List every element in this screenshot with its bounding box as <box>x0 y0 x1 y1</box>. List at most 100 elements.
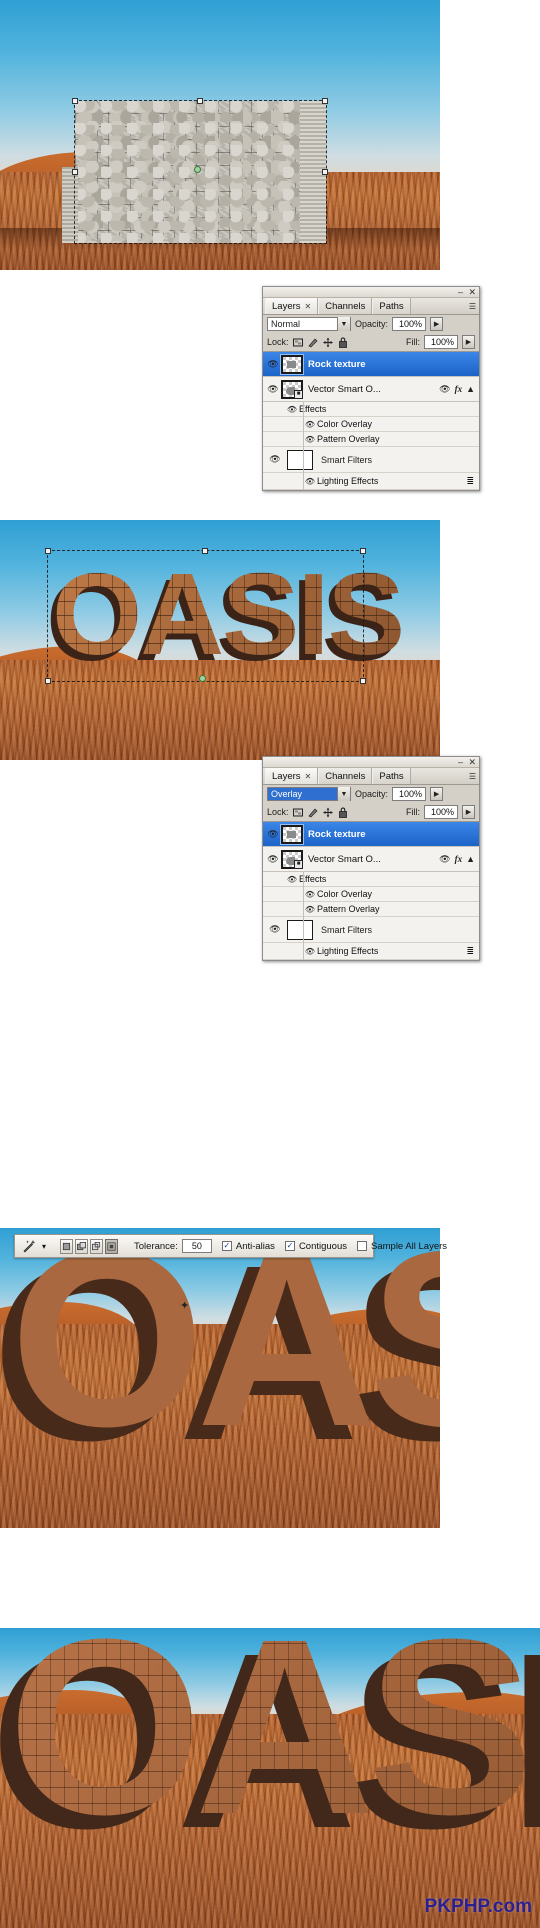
chevron-down-icon[interactable]: ▼ <box>337 787 350 801</box>
contiguous-option[interactable]: ✓ Contiguous <box>284 1241 347 1252</box>
layer-row-vector-smart-1[interactable]: 👁 ■ Vector Smart O... 👁 fx ▲ <box>263 377 479 402</box>
panel1-blend-row[interactable]: Normal ▼ Opacity: 100% ▶ <box>263 315 479 333</box>
transform-handle-mr[interactable] <box>322 169 328 175</box>
layer-row-rock-texture-1[interactable]: 👁 Rock texture <box>263 352 479 377</box>
eye-icon[interactable]: 👁 <box>285 875 299 884</box>
canvas-3[interactable]: OASIS OASIS ✦ <box>0 1228 440 1528</box>
smart-filter-row-lighting-1[interactable]: 👁 Lighting Effects ≣ <box>263 473 479 490</box>
layer-thumbnail[interactable]: ■ <box>281 379 303 399</box>
eye-icon[interactable]: 👁 <box>265 384 281 395</box>
eye-icon[interactable]: 👁 <box>303 477 317 486</box>
eye-icon[interactable]: 👁 <box>265 829 281 840</box>
layer-thumbnail[interactable]: ■ <box>281 849 303 869</box>
panel2-minimize-icon[interactable]: – <box>458 758 463 767</box>
opacity-field-1[interactable]: 100% <box>392 317 427 331</box>
lock-transparent-icon[interactable] <box>292 337 303 348</box>
opacity-stepper-1[interactable]: ▶ <box>430 317 444 331</box>
eye-icon[interactable]: 👁 <box>303 420 317 429</box>
effects-group-row-2[interactable]: 👁 Effects <box>263 872 479 887</box>
sample-all-layers-option[interactable]: Sample All Layers <box>357 1241 447 1252</box>
fill-field-1[interactable]: 100% <box>424 335 458 349</box>
smart-filter-row-lighting-2[interactable]: 👁 Lighting Effects ≣ <box>263 943 479 960</box>
panel1-minimize-icon[interactable]: – <box>458 288 463 297</box>
eye-icon[interactable]: 👁 <box>303 435 317 444</box>
panel2-layer-list[interactable]: 👁 Rock texture 👁 ■ Vector Smart O... 👁 f… <box>263 821 479 960</box>
transform-handle-tr[interactable] <box>322 98 328 104</box>
eye-icon[interactable]: 👁 <box>265 359 281 370</box>
selection-mode-subtract[interactable] <box>90 1238 104 1254</box>
filter-settings-icon[interactable]: ≣ <box>466 946 479 957</box>
fx-icon[interactable]: fx <box>455 384 463 394</box>
fill-stepper-1[interactable]: ▶ <box>462 335 475 349</box>
effect-row-pattern-overlay-2[interactable]: 👁 Pattern Overlay <box>263 902 479 917</box>
layer-row-vector-smart-2[interactable]: 👁 ■ Vector Smart O... 👁 fx ▲ <box>263 847 479 872</box>
magic-wand-icon[interactable] <box>21 1238 37 1254</box>
canvas-4[interactable]: OASIS OASIS PKPHP.com <box>0 1628 540 1928</box>
panel2-close-icon[interactable]: ✕ <box>468 758 476 767</box>
layers-panel-1[interactable]: – ✕ Layers ✕ Channels Paths ☰ Normal ▼ O… <box>262 286 480 491</box>
panel2-titlebar[interactable]: – ✕ <box>263 757 479 768</box>
transform-handle-tl[interactable] <box>45 548 51 554</box>
panel2-lock-row[interactable]: Lock: Fill: 100% ▶ <box>263 803 479 821</box>
transform-handle-tl[interactable] <box>72 98 78 104</box>
blend-mode-select-2[interactable]: Overlay ▼ <box>267 787 351 801</box>
effect-row-color-overlay-1[interactable]: 👁 Color Overlay <box>263 417 479 432</box>
canvas-1[interactable] <box>0 0 440 270</box>
tab-layers[interactable]: Layers ✕ <box>265 768 319 784</box>
lock-position-icon[interactable] <box>322 337 333 348</box>
collapse-arrow-icon[interactable]: ▲ <box>466 384 475 394</box>
layer-thumbnail[interactable] <box>280 353 304 375</box>
collapse-arrow-icon[interactable]: ▲ <box>466 854 475 864</box>
lock-all-icon[interactable] <box>338 337 348 348</box>
canvas-2[interactable]: OASIS OASIS <box>0 520 440 760</box>
tool-preset-chevron-icon[interactable]: ▾ <box>42 1242 46 1251</box>
fx-icon[interactable]: fx <box>455 854 463 864</box>
tab-channels[interactable]: Channels <box>318 768 373 784</box>
eye-icon[interactable]: 👁 <box>265 854 281 865</box>
effects-visibility-icon[interactable]: 👁 <box>439 854 450 865</box>
transform-center-point[interactable] <box>199 675 206 682</box>
eye-icon[interactable]: 👁 <box>267 454 283 465</box>
sample-all-layers-checkbox[interactable] <box>357 1241 367 1251</box>
magic-wand-options-bar[interactable]: ▾ Tolerance: 50 ✓ Anti-alias ✓ Contiguou… <box>14 1234 447 1258</box>
blend-mode-select-1[interactable]: Normal ▼ <box>267 317 351 331</box>
selection-mode-intersect[interactable] <box>105 1238 119 1254</box>
panel1-layer-list[interactable]: 👁 Rock texture 👁 ■ Vector Smart O... 👁 f… <box>263 351 479 490</box>
eye-icon[interactable]: 👁 <box>267 924 283 935</box>
smart-filters-row-2[interactable]: 👁 Smart Filters <box>263 917 479 943</box>
transform-handle-tc[interactable] <box>197 98 203 104</box>
tab-layers[interactable]: Layers ✕ <box>265 298 319 314</box>
panel1-close-icon[interactable]: ✕ <box>468 288 476 297</box>
lock-image-icon[interactable] <box>307 807 318 818</box>
selection-mode-add[interactable] <box>75 1238 89 1254</box>
panel1-tab-strip[interactable]: Layers ✕ Channels Paths ☰ <box>263 298 479 315</box>
chevron-down-icon[interactable]: ▼ <box>337 317 350 331</box>
fill-stepper-2[interactable]: ▶ <box>462 805 475 819</box>
layers-panel-2[interactable]: – ✕ Layers ✕ Channels Paths ☰ Overlay ▼ … <box>262 756 480 961</box>
lock-transparent-icon[interactable] <box>292 807 303 818</box>
eye-icon[interactable]: 👁 <box>303 890 317 899</box>
effect-row-pattern-overlay-1[interactable]: 👁 Pattern Overlay <box>263 432 479 447</box>
effect-row-color-overlay-2[interactable]: 👁 Color Overlay <box>263 887 479 902</box>
smart-filters-row-1[interactable]: 👁 Smart Filters <box>263 447 479 473</box>
panel1-titlebar[interactable]: – ✕ <box>263 287 479 298</box>
transform-handle-tr[interactable] <box>360 548 366 554</box>
fill-field-2[interactable]: 100% <box>424 805 458 819</box>
opacity-stepper-2[interactable]: ▶ <box>430 787 444 801</box>
lock-image-icon[interactable] <box>307 337 318 348</box>
smart-filter-mask-thumbnail[interactable] <box>287 449 313 470</box>
layer-thumbnail[interactable] <box>280 823 304 845</box>
panel2-tab-strip[interactable]: Layers ✕ Channels Paths ☰ <box>263 768 479 785</box>
tolerance-input[interactable]: 50 <box>181 1239 212 1253</box>
opacity-field-2[interactable]: 100% <box>392 787 427 801</box>
eye-icon[interactable]: 👁 <box>303 947 317 956</box>
lock-all-icon[interactable] <box>338 807 348 818</box>
layer-row-icons[interactable]: 👁 fx ▲ <box>439 384 479 395</box>
free-transform-box[interactable] <box>74 100 327 244</box>
free-transform-box-2[interactable] <box>47 550 364 682</box>
transform-handle-tc[interactable] <box>202 548 208 554</box>
transform-handle-ml[interactable] <box>72 169 78 175</box>
panel2-menu-icon[interactable]: ☰ <box>469 772 476 781</box>
effects-group-row-1[interactable]: 👁 Effects <box>263 402 479 417</box>
lock-buttons-1[interactable] <box>292 337 348 348</box>
